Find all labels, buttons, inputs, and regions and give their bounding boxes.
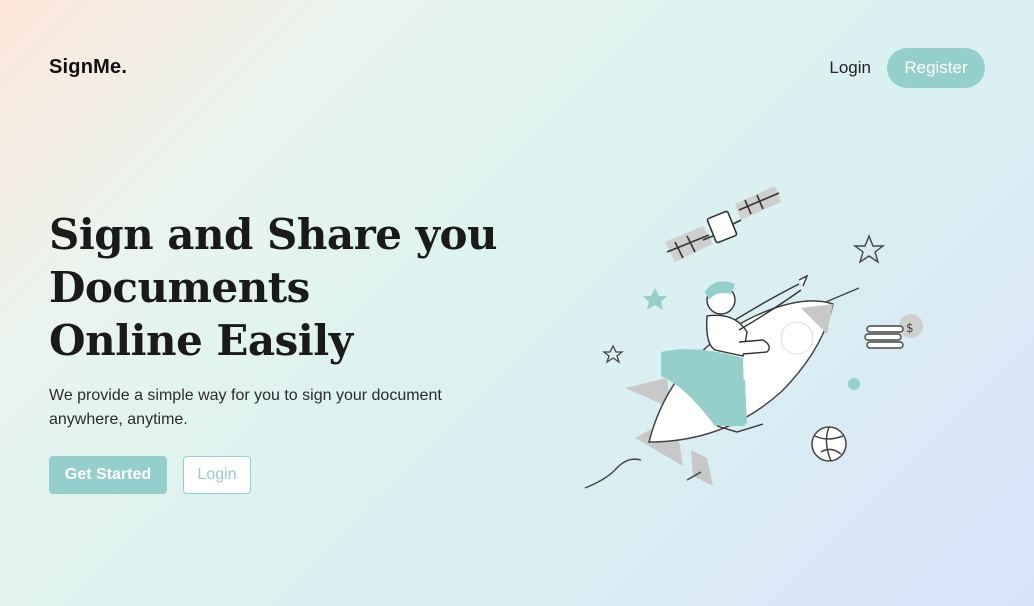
- top-nav: Login Register: [829, 48, 985, 88]
- hero-login-button[interactable]: Login: [183, 456, 251, 494]
- star-icon: [852, 234, 886, 264]
- hero-title: Sign and Share you Documents Online Easi…: [49, 208, 498, 367]
- star-icon: [643, 288, 667, 310]
- svg-text:$: $: [906, 321, 914, 335]
- star-icon: [602, 344, 624, 364]
- rocket-illustration: $: [584, 186, 923, 489]
- hero-title-line-2: Documents: [49, 263, 310, 312]
- satellite-icon: [665, 186, 781, 262]
- hero-title-line-3: Online Easily: [49, 316, 353, 365]
- hero-title-line-1: Sign and Share you: [49, 210, 498, 259]
- nav-login-link[interactable]: Login: [829, 58, 871, 78]
- coin-stack-icon: $: [864, 314, 923, 349]
- nav-register-button[interactable]: Register: [887, 48, 985, 88]
- planet-icon: [811, 426, 847, 462]
- get-started-button[interactable]: Get Started: [49, 456, 167, 494]
- brand-logo[interactable]: SignMe.: [49, 56, 127, 79]
- hero-subtitle: We provide a simple way for you to sign …: [49, 387, 442, 428]
